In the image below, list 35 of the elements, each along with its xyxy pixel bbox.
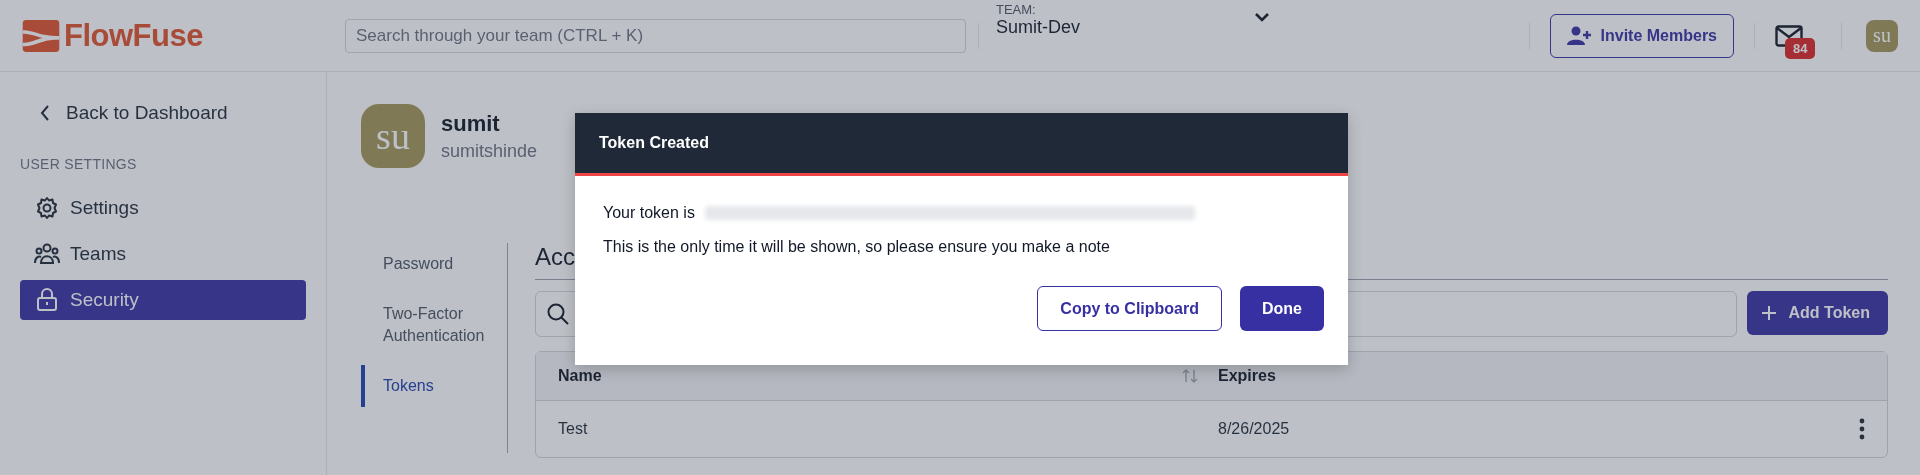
sidebar-item[interactable]: Security: [20, 280, 306, 320]
more-options-icon[interactable]: [1859, 418, 1865, 440]
notification-badge: 84: [1785, 37, 1816, 59]
team-selector[interactable]: TEAM: Sumit-Dev: [996, 0, 1286, 71]
chevron-left-icon: [40, 104, 50, 122]
chevron-down-icon: [1254, 12, 1270, 22]
sidebar-item[interactable]: Settings: [20, 188, 306, 228]
subnav-tab[interactable]: Password: [361, 243, 503, 285]
sidebar-item[interactable]: Teams: [20, 234, 306, 274]
profile-username: sumitshinde: [441, 140, 538, 162]
table-cell-text: Test: [558, 420, 589, 438]
add-user-icon: [1566, 25, 1591, 46]
copy-button[interactable]: Copy to Clipboard: [1037, 286, 1222, 331]
lock-icon: [34, 288, 60, 312]
table-cell-text: 8/26/2025: [1218, 420, 1291, 438]
sort-icon: [1182, 369, 1198, 383]
section-title: USER SETTINGS: [20, 156, 138, 172]
subnav-tab[interactable]: Tokens: [361, 365, 503, 407]
search-field[interactable]: Search through your team (CTRL + K): [345, 18, 966, 53]
plus-icon: [1760, 305, 1777, 321]
done-button[interactable]: Done: [1240, 286, 1324, 331]
token-label: Your token is: [603, 204, 695, 222]
profile-avatar: su: [361, 104, 425, 168]
invite-members-button[interactable]: Invite Members: [1549, 13, 1734, 58]
back-link[interactable]: Back to Dashboard: [20, 94, 306, 132]
search-icon: [546, 302, 570, 326]
column-header[interactable]: Name: [558, 367, 1218, 385]
add-token-button[interactable]: Add Token: [1746, 291, 1888, 335]
logo-icon: [22, 19, 60, 52]
column-header[interactable]: Expires: [1218, 367, 1865, 385]
people-icon: [34, 243, 60, 265]
settings-icon: [34, 196, 60, 220]
subnav-tab[interactable]: Two-Factor Authentication: [361, 293, 503, 357]
dialog-title: Token Created: [575, 113, 1348, 176]
profile-name: sumit: [441, 110, 501, 137]
